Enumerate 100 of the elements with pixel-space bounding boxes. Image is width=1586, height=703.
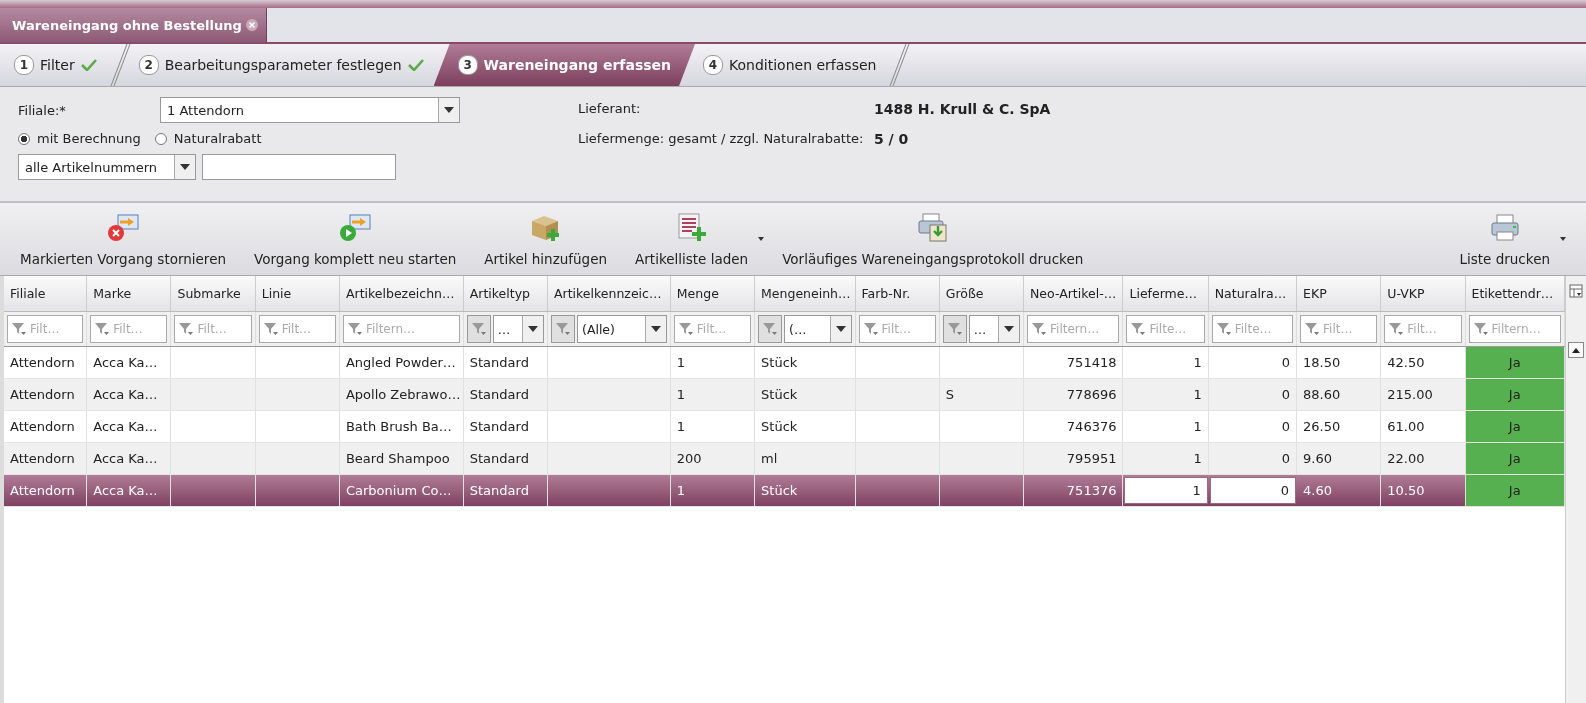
scroll-up-button[interactable]: [1568, 342, 1584, 358]
column-header[interactable]: Linie: [255, 276, 340, 311]
info-value: 1488 H. Krull & C. SpA: [874, 101, 1051, 117]
table-cell: 0: [1281, 355, 1291, 370]
table-cell: Ja: [1508, 483, 1521, 498]
table-cell: Acca Ka…: [93, 419, 158, 434]
info-label: Lieferant:: [578, 101, 642, 117]
table-cell: 88.60: [1303, 387, 1341, 402]
filter-button[interactable]: [466, 315, 491, 343]
table-cell: 1: [676, 483, 686, 498]
dropdown-arrow-icon: [1004, 326, 1014, 332]
table-row[interactable]: Attendorn Acca Ka… Carbonium Co… Standard 1 Stück 751376 1 0 4.60 10.50 Ja: [4, 475, 1565, 507]
table-cell: Standard: [469, 483, 529, 498]
filter-icon: [1473, 323, 1488, 335]
filter-field[interactable]: Filt…: [258, 315, 336, 343]
table-row[interactable]: Attendorn Acca Ka… Apollo Zebrawo… Standard 1 Stück S 778696 1 0 88.60 215.00 Ja: [4, 379, 1565, 411]
wizard-step-tab[interactable]: 2 Bearbeitungsparameter festlegen: [130, 44, 434, 86]
column-header[interactable]: Farb-Nr.: [855, 276, 940, 311]
filter-field[interactable]: Filtern…: [1468, 315, 1561, 343]
filter-field[interactable]: Filtern…: [1027, 315, 1120, 343]
info-label: Liefermenge: gesamt / zzgl. Naturalrabatte:: [578, 131, 864, 147]
column-header[interactable]: Marke: [87, 276, 172, 311]
table-cell: Angled Powder…: [345, 355, 456, 370]
column-header[interactable]: Menge: [670, 276, 756, 311]
table-cell: 1: [1193, 355, 1202, 370]
wizard-step-tab[interactable]: 3 Wareneingang erfassen: [433, 44, 695, 86]
article-number-field[interactable]: [202, 154, 396, 180]
filter-button[interactable]: [551, 315, 575, 343]
column-header[interactable]: Artikeltyp: [463, 276, 548, 311]
filter-field[interactable]: Filt…: [7, 315, 84, 343]
table-cell: Stück: [761, 483, 798, 498]
column-header[interactable]: Artikelkennzeic…: [548, 276, 671, 311]
table-cell: 795951: [1066, 451, 1117, 466]
document-tab[interactable]: Wareneingang ohne Bestellung: [0, 8, 267, 42]
column-header[interactable]: Lieferme…: [1123, 276, 1209, 311]
article-filter-dropdown[interactable]: alle Artikelnummern: [18, 154, 196, 180]
filter-field[interactable]: Filt…: [174, 315, 252, 343]
step-number: 2: [138, 55, 159, 75]
step-divider: [886, 44, 911, 86]
filter-button[interactable]: [942, 315, 967, 343]
column-header[interactable]: Neo-Artikel-…: [1024, 276, 1124, 311]
filter-icon: [863, 323, 878, 335]
toolbar-button[interactable]: Liste drucken: [1449, 203, 1566, 275]
filter-dropdown[interactable]: (Alle): [577, 315, 667, 343]
radio-button[interactable]: [18, 132, 30, 145]
table-cell: 1: [1192, 483, 1201, 498]
radio-option[interactable]: mit Berechnung: [18, 131, 141, 146]
table-cell: Beard Shampoo: [345, 451, 450, 466]
radio-option[interactable]: Naturalrabatt: [154, 131, 262, 146]
step-number: 1: [14, 55, 34, 75]
filter-field[interactable]: Filt…: [90, 315, 168, 343]
column-header[interactable]: Filiale: [4, 276, 88, 311]
filter-field[interactable]: Filte…: [1126, 315, 1205, 343]
filter-field[interactable]: Filt…: [1300, 315, 1378, 343]
column-header[interactable]: U-VKP: [1381, 276, 1466, 311]
filter-icon: [95, 323, 110, 335]
wizard-step-tab[interactable]: 1 Filter: [6, 44, 107, 86]
filter-dropdown[interactable]: …: [968, 315, 1020, 343]
column-header[interactable]: Artikelbezeichn…: [339, 276, 464, 311]
column-header[interactable]: EKP: [1297, 276, 1382, 311]
dropdown-arrow-icon: [444, 107, 454, 113]
filter-field[interactable]: Filt…: [673, 315, 752, 343]
dropdown-arrow-icon: [1560, 237, 1566, 241]
filter-field[interactable]: Filte…: [1211, 315, 1294, 343]
column-header[interactable]: Mengeneinh…: [755, 276, 856, 311]
table-cell: Apollo Zebrawo…: [345, 387, 461, 402]
toolbar-button[interactable]: Vorgang komplett neu starten: [244, 203, 467, 275]
table-row[interactable]: Attendorn Acca Ka… Beard Shampoo Standard 200 ml 795951 1 0 9.60 22.00 Ja: [4, 443, 1565, 475]
table-cell: 1: [1193, 387, 1202, 402]
column-chooser-icon[interactable]: [1569, 284, 1583, 298]
wizard-step-tab[interactable]: 4 Konditionen erfassen: [695, 44, 887, 86]
filter-icon: [678, 323, 693, 335]
filter-dropdown[interactable]: (…: [784, 315, 852, 343]
column-header[interactable]: Etikettendr…: [1465, 276, 1565, 311]
table-cell: 22.00: [1387, 451, 1425, 466]
branch-dropdown[interactable]: 1 Attendorn: [160, 97, 460, 123]
column-header[interactable]: Größe: [939, 276, 1024, 311]
table-cell: Stück: [761, 387, 798, 402]
table-cell: Acca Ka…: [93, 451, 158, 466]
close-icon[interactable]: [245, 19, 258, 31]
toolbar-button[interactable]: Markierten Vorgang stornieren: [10, 203, 236, 275]
table-cell: 746376: [1066, 419, 1117, 434]
toolbar-button[interactable]: Artikelliste laden: [625, 203, 765, 275]
table-cell: 1: [1193, 451, 1202, 466]
column-header[interactable]: Submarke: [171, 276, 256, 311]
column-header[interactable]: Naturalra…: [1208, 276, 1298, 311]
table-cell: Attendorn: [10, 451, 75, 466]
toolbar-button[interactable]: Artikel hinzufügen: [474, 203, 618, 275]
radio-button[interactable]: [154, 132, 167, 145]
filter-dropdown[interactable]: …: [492, 315, 544, 343]
filter-field[interactable]: Filt…: [1384, 315, 1462, 343]
table-cell: 0: [1281, 451, 1291, 466]
table-cell: Attendorn: [10, 355, 75, 370]
dropdown-arrow-icon: [528, 326, 538, 332]
table-cell: 1: [676, 387, 686, 402]
filter-field[interactable]: Filtern…: [342, 315, 460, 343]
toolbar-button[interactable]: Vorläufiges Wareneingangsprotokoll drucken: [772, 203, 1094, 275]
filter-button[interactable]: [758, 315, 783, 343]
filter-field[interactable]: Filt…: [858, 315, 936, 343]
filter-icon: [763, 323, 778, 335]
